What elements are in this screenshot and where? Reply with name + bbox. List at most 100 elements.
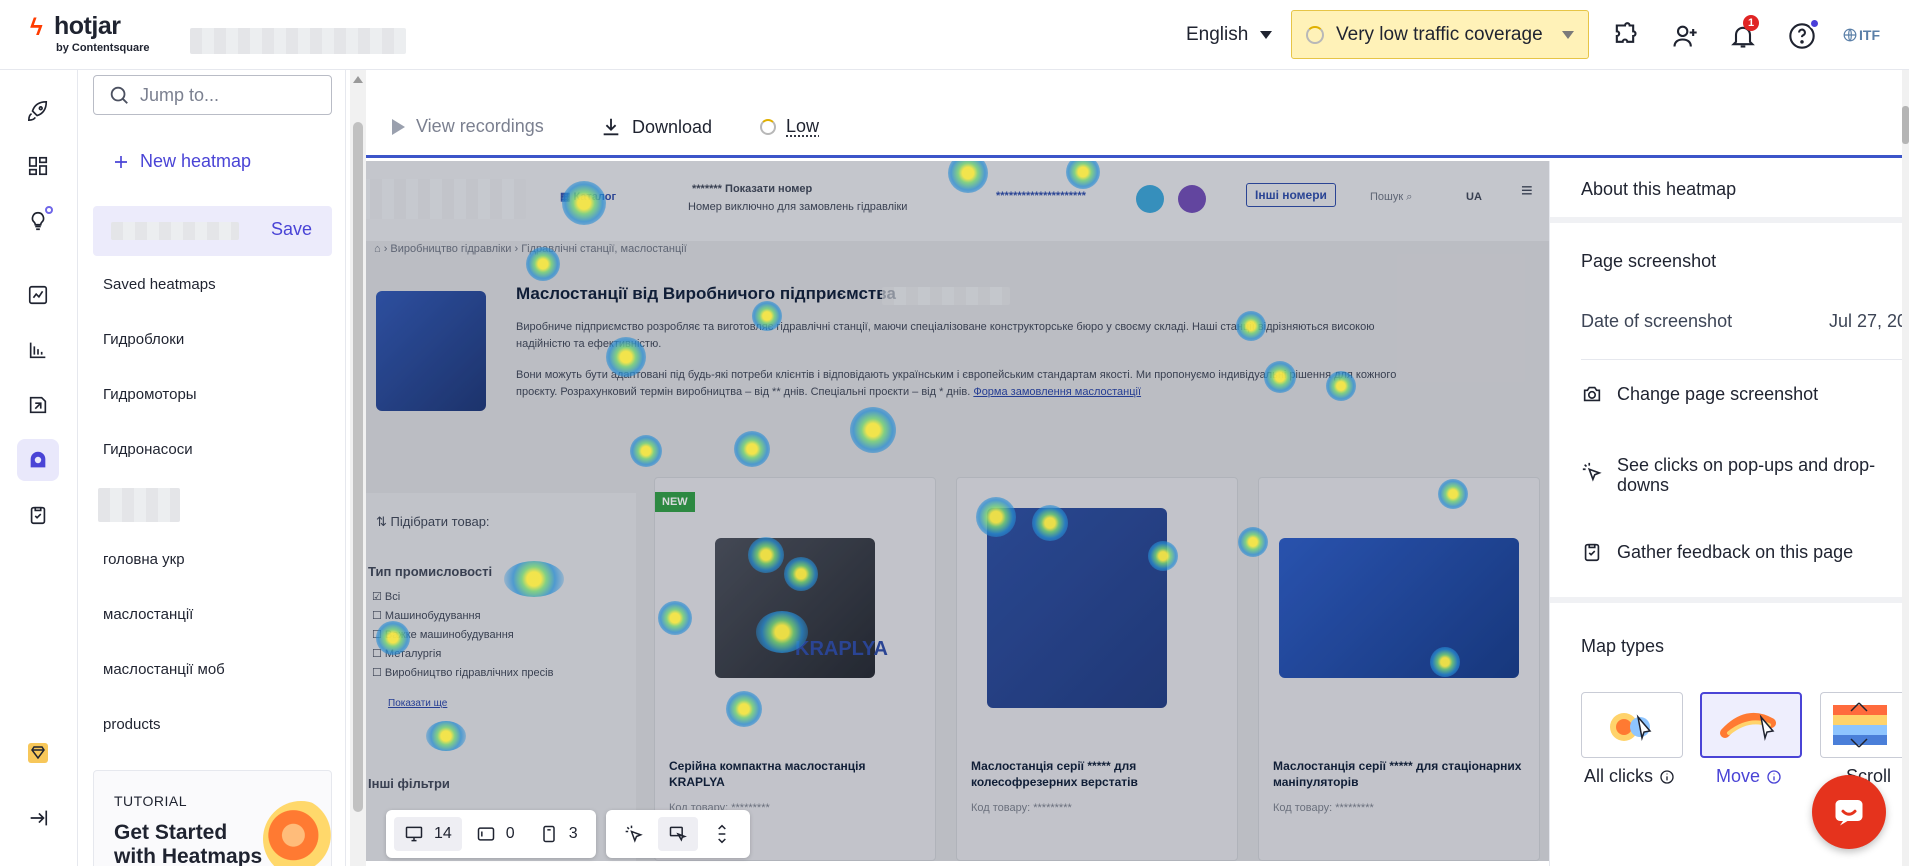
rail-item-trends[interactable] bbox=[17, 274, 59, 316]
heatmap-spot bbox=[734, 431, 770, 467]
rail-item-recordings[interactable] bbox=[17, 384, 59, 426]
heatmap-viewport[interactable]: ▦ Каталог ******* Показати номер Номер в… bbox=[366, 161, 1549, 861]
clipboard-check-icon bbox=[1581, 541, 1603, 563]
notification-badge: 1 bbox=[1743, 15, 1759, 31]
rocket-icon bbox=[27, 100, 49, 122]
save-heatmap-button[interactable]: Save bbox=[271, 219, 312, 240]
site-name-redacted[interactable] bbox=[190, 28, 406, 54]
gather-feedback-button[interactable]: Gather feedback on this page bbox=[1581, 541, 1909, 563]
heatmap-spot bbox=[1238, 527, 1268, 557]
map-types-heading: Map types bbox=[1581, 636, 1664, 657]
rail-collapse-button[interactable] bbox=[17, 797, 59, 839]
scroll-up-arrow-icon[interactable] bbox=[353, 76, 363, 83]
heatmap-name-redacted bbox=[111, 222, 239, 240]
saved-heatmap-item[interactable]: Гидроблоки bbox=[103, 331, 184, 348]
plus-icon bbox=[112, 153, 130, 171]
new-indicator-dot bbox=[45, 206, 53, 214]
sidebar-scrollbar[interactable] bbox=[350, 70, 366, 866]
traffic-coverage-dropdown[interactable]: Very low traffic coverage bbox=[1291, 10, 1589, 59]
rail-item-upgrade[interactable] bbox=[17, 732, 59, 774]
see-clicks-label: See clicks on pop-ups and drop-downs bbox=[1617, 455, 1907, 495]
heatmap-spot bbox=[1148, 541, 1178, 571]
traffic-level-label: Low bbox=[786, 116, 819, 137]
heatmap-spot bbox=[376, 621, 410, 655]
rail-item-funnels[interactable] bbox=[17, 329, 59, 371]
map-type-scroll[interactable] bbox=[1820, 692, 1909, 758]
hotjar-logo[interactable]: ϟ hotjar by Contentsquare bbox=[30, 12, 170, 58]
rail-item-heatmaps[interactable] bbox=[17, 439, 59, 481]
saved-heatmap-item[interactable]: Гидронасоси bbox=[103, 441, 193, 458]
heatmap-spot bbox=[630, 435, 662, 467]
heatmap-spot bbox=[1264, 361, 1296, 393]
change-screenshot-button[interactable]: Change page screenshot bbox=[1581, 383, 1909, 405]
rail-item-getting-started[interactable] bbox=[17, 90, 59, 132]
jump-to-search[interactable] bbox=[93, 75, 332, 115]
scroll-icon bbox=[712, 824, 732, 844]
map-type-all-clicks-label[interactable]: All clicks bbox=[1584, 766, 1675, 787]
download-button[interactable]: Download bbox=[600, 116, 712, 138]
page-scrollbar[interactable] bbox=[1902, 70, 1909, 866]
heatmap-spot bbox=[1032, 505, 1068, 541]
tablet-device-button[interactable]: 0 bbox=[466, 817, 525, 851]
globe-icon bbox=[1843, 28, 1857, 42]
language-select[interactable]: English bbox=[1186, 22, 1272, 48]
saved-heatmap-item[interactable]: products bbox=[103, 716, 161, 733]
traffic-level-indicator[interactable]: Low bbox=[760, 116, 819, 137]
heatmap-spot bbox=[948, 161, 988, 193]
mobile-device-button[interactable]: 3 bbox=[529, 817, 588, 851]
tutorial-label: TUTORIAL bbox=[114, 793, 187, 809]
heatmap-toolbar: View recordings Download Low bbox=[366, 100, 1909, 158]
chevron-down-icon bbox=[1260, 31, 1272, 39]
saved-heatmap-item[interactable]: Гидромоторы bbox=[103, 386, 197, 403]
loading-icon bbox=[760, 119, 776, 135]
heatmap-spot bbox=[1236, 311, 1266, 341]
scroll-map-icon bbox=[1833, 701, 1887, 749]
traffic-coverage-label: Very low traffic coverage bbox=[1336, 24, 1543, 46]
desktop-device-button[interactable]: 14 bbox=[394, 817, 462, 851]
page-screenshot-heading: Page screenshot bbox=[1581, 251, 1716, 272]
search-input[interactable] bbox=[140, 85, 320, 106]
rail-item-insights[interactable] bbox=[17, 200, 59, 242]
saved-heatmap-item[interactable]: маслостанції моб bbox=[103, 661, 225, 678]
tutorial-illustration bbox=[263, 801, 332, 866]
current-heatmap-row[interactable]: Save bbox=[93, 206, 332, 256]
heatmap-spot bbox=[1430, 647, 1460, 677]
scrollbar-thumb[interactable] bbox=[1902, 106, 1909, 144]
panel-divider bbox=[1550, 217, 1909, 223]
saved-heatmap-item[interactable]: маслостанції bbox=[103, 606, 193, 623]
segments-tool-button[interactable] bbox=[658, 817, 698, 851]
screenshot-date-label: Date of screenshot bbox=[1581, 311, 1732, 332]
map-type-all-clicks[interactable] bbox=[1581, 692, 1683, 758]
heatmap-spot bbox=[426, 721, 466, 751]
device-dock: 14 0 3 bbox=[386, 810, 750, 858]
invite-user-button[interactable] bbox=[1667, 18, 1703, 54]
scrollbar-thumb[interactable] bbox=[353, 122, 363, 812]
scroll-tool-button[interactable] bbox=[702, 817, 742, 851]
logo-name: hotjar bbox=[54, 12, 120, 41]
integrations-button[interactable] bbox=[1607, 18, 1643, 54]
view-tools bbox=[606, 810, 750, 858]
heatmap-spot bbox=[526, 247, 560, 281]
play-icon bbox=[390, 118, 406, 136]
saved-heatmap-item[interactable]: головна укр bbox=[103, 551, 185, 568]
map-type-move-label[interactable]: Move bbox=[1716, 766, 1782, 787]
screenshot-date-row: Date of screenshot Jul 27, 20 bbox=[1581, 311, 1909, 332]
help-button[interactable] bbox=[1784, 18, 1820, 54]
change-screenshot-label: Change page screenshot bbox=[1617, 384, 1818, 405]
heatmap-icon bbox=[27, 449, 49, 471]
feedback-chat-button[interactable] bbox=[1812, 775, 1886, 849]
panel-separator bbox=[1581, 359, 1909, 360]
map-type-move[interactable] bbox=[1700, 692, 1802, 758]
view-recordings-button[interactable]: View recordings bbox=[390, 116, 544, 137]
tutorial-card[interactable]: TUTORIAL Get Started with Heatmaps bbox=[93, 770, 332, 866]
heatmap-spot bbox=[752, 301, 782, 331]
organization-avatar[interactable]: ITF bbox=[1843, 22, 1883, 48]
rail-item-dashboards[interactable] bbox=[17, 145, 59, 187]
rail-item-surveys[interactable] bbox=[17, 494, 59, 536]
clicks-tool-button[interactable] bbox=[614, 817, 654, 851]
saved-heatmap-item-redacted[interactable] bbox=[98, 488, 180, 522]
heatmap-spot bbox=[1066, 161, 1100, 189]
see-clicks-popups-button[interactable]: See clicks on pop-ups and drop-downs bbox=[1581, 455, 1909, 495]
notifications-button[interactable]: 1 bbox=[1725, 18, 1761, 54]
new-heatmap-button[interactable]: New heatmap bbox=[112, 151, 251, 172]
